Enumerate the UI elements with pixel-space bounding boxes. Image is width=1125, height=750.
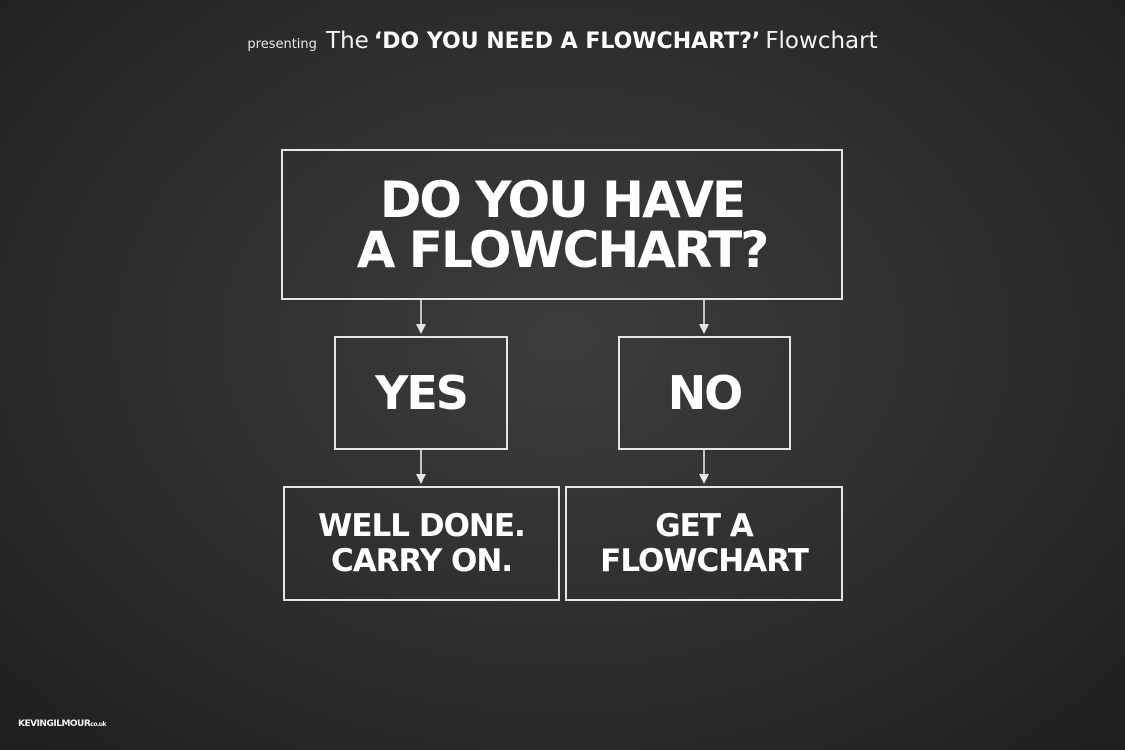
watermark-main: KEVINGILMOUR — [18, 719, 91, 729]
title-flowchart-word: Flowchart — [765, 28, 878, 54]
title-the: The — [326, 28, 369, 54]
no-node: NO — [618, 336, 791, 450]
watermark-logo: KEVINGILMOURco.uk — [18, 719, 107, 729]
question-node-label: DO YOU HAVE A FLOWCHART? — [356, 170, 770, 279]
arrowhead-question-to-no — [699, 324, 709, 334]
arrowhead-question-to-yes — [416, 324, 426, 334]
arrowhead-yes-to-well-done — [416, 474, 426, 484]
connector-arrows — [416, 300, 709, 484]
presenting-label: presenting — [247, 37, 317, 52]
page-title: presenting The ‘DO YOU NEED A FLOWCHART?… — [0, 28, 1125, 54]
title-bold: ‘DO YOU NEED A FLOWCHART?’ — [373, 29, 761, 54]
get-flowchart-node-label: GET A FLOWCHART — [600, 507, 809, 579]
well-done-node-label: WELL DONE. CARRY ON. — [318, 507, 526, 579]
no-node-label: NO — [667, 366, 744, 420]
yes-node-label: YES — [375, 366, 469, 420]
get-flowchart-node: GET A FLOWCHART — [565, 486, 843, 601]
arrowhead-no-to-get-flowchart — [699, 474, 709, 484]
well-done-node: WELL DONE. CARRY ON. — [283, 486, 560, 601]
question-node: DO YOU HAVE A FLOWCHART? — [281, 149, 843, 300]
watermark-suffix: co.uk — [90, 721, 107, 728]
yes-node: YES — [334, 336, 508, 450]
